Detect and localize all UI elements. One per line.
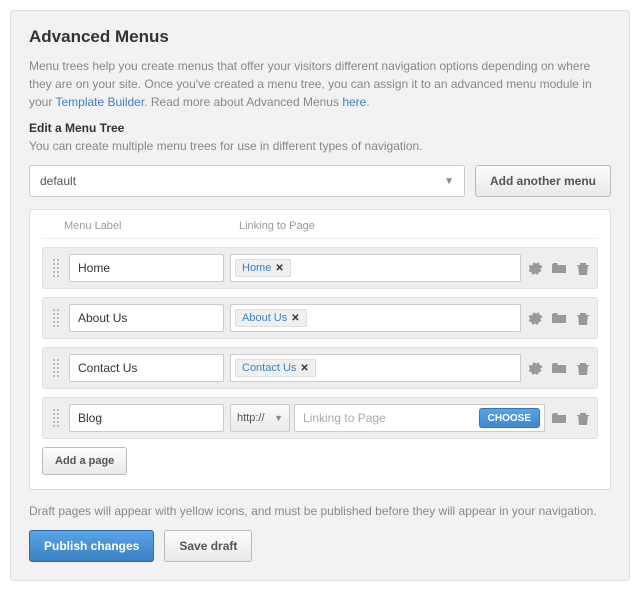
menu-label-input[interactable] <box>69 304 224 332</box>
edit-heading: Edit a Menu Tree <box>29 121 611 135</box>
remove-tag-icon[interactable]: ✕ <box>291 313 299 324</box>
trash-icon[interactable] <box>575 260 591 276</box>
gear-icon[interactable] <box>527 260 543 276</box>
choose-button[interactable]: CHOOSE <box>479 408 540 428</box>
menu-label-input[interactable] <box>69 254 224 282</box>
menu-select-row: default ▼ Add another menu <box>29 165 611 197</box>
advanced-menus-panel: Advanced Menus Menu trees help you creat… <box>10 10 630 581</box>
menu-label-input[interactable] <box>69 354 224 382</box>
publish-changes-button[interactable]: Publish changes <box>29 530 154 562</box>
chevron-down-icon: ▼ <box>274 413 283 423</box>
menu-select[interactable]: default ▼ <box>29 165 465 197</box>
col-linking: Linking to Page <box>239 220 598 232</box>
folder-icon[interactable] <box>551 360 567 376</box>
protocol-select[interactable]: http:// ▼ <box>230 404 290 432</box>
row-actions <box>527 260 591 276</box>
menu-row: Home ✕ <box>42 247 598 289</box>
menu-row: Contact Us ✕ <box>42 347 598 389</box>
menu-tree-box: Menu Label Linking to Page Home ✕ <box>29 209 611 490</box>
page-tag: Contact Us ✕ <box>235 359 316 377</box>
action-row: Publish changes Save draft <box>29 530 611 562</box>
trash-icon[interactable] <box>575 310 591 326</box>
drag-handle-icon[interactable] <box>49 307 63 329</box>
menu-select-value: default <box>40 174 76 188</box>
row-actions <box>527 310 591 326</box>
gear-icon[interactable] <box>527 310 543 326</box>
template-builder-link[interactable]: Template Builder <box>55 95 144 109</box>
folder-icon[interactable] <box>551 410 567 426</box>
add-a-page-button[interactable]: Add a page <box>42 447 127 475</box>
drag-handle-icon[interactable] <box>49 357 63 379</box>
menu-row: About Us ✕ <box>42 297 598 339</box>
drag-handle-icon[interactable] <box>49 257 63 279</box>
folder-icon[interactable] <box>551 310 567 326</box>
menu-row-url: http:// ▼ CHOOSE <box>42 397 598 439</box>
trash-icon[interactable] <box>575 410 591 426</box>
intro-text-3: . <box>366 95 369 109</box>
intro-text-2: . Read more about Advanced Menus <box>144 95 342 109</box>
intro-text: Menu trees help you create menus that of… <box>29 57 611 111</box>
url-input-wrap: CHOOSE <box>294 404 545 432</box>
add-another-menu-button[interactable]: Add another menu <box>475 165 611 197</box>
gear-icon[interactable] <box>527 360 543 376</box>
remove-tag-icon[interactable]: ✕ <box>275 263 283 274</box>
col-menu-label: Menu Label <box>64 220 239 232</box>
edit-subtext: You can create multiple menu trees for u… <box>29 137 611 155</box>
page-tag-label: About Us <box>242 312 287 324</box>
page-title: Advanced Menus <box>29 27 611 47</box>
page-tag-label: Contact Us <box>242 362 296 374</box>
linking-to-page-field[interactable]: About Us ✕ <box>230 304 521 332</box>
remove-tag-icon[interactable]: ✕ <box>300 363 308 374</box>
page-tag-label: Home <box>242 262 271 274</box>
linking-to-page-field[interactable]: Contact Us ✕ <box>230 354 521 382</box>
drag-handle-icon[interactable] <box>49 407 63 429</box>
menu-label-input[interactable] <box>69 404 224 432</box>
page-tag: Home ✕ <box>235 259 291 277</box>
footer-note: Draft pages will appear with yellow icon… <box>29 502 611 520</box>
row-actions <box>527 360 591 376</box>
row-actions <box>551 410 591 426</box>
url-input[interactable] <box>303 406 479 430</box>
help-link[interactable]: here <box>342 95 366 109</box>
save-draft-button[interactable]: Save draft <box>164 530 252 562</box>
url-link-group: http:// ▼ CHOOSE <box>230 404 545 432</box>
linking-to-page-field[interactable]: Home ✕ <box>230 254 521 282</box>
trash-icon[interactable] <box>575 360 591 376</box>
protocol-value: http:// <box>237 412 265 424</box>
chevron-down-icon: ▼ <box>444 176 454 187</box>
column-headers: Menu Label Linking to Page <box>42 220 598 239</box>
folder-icon[interactable] <box>551 260 567 276</box>
page-tag: About Us ✕ <box>235 309 307 327</box>
